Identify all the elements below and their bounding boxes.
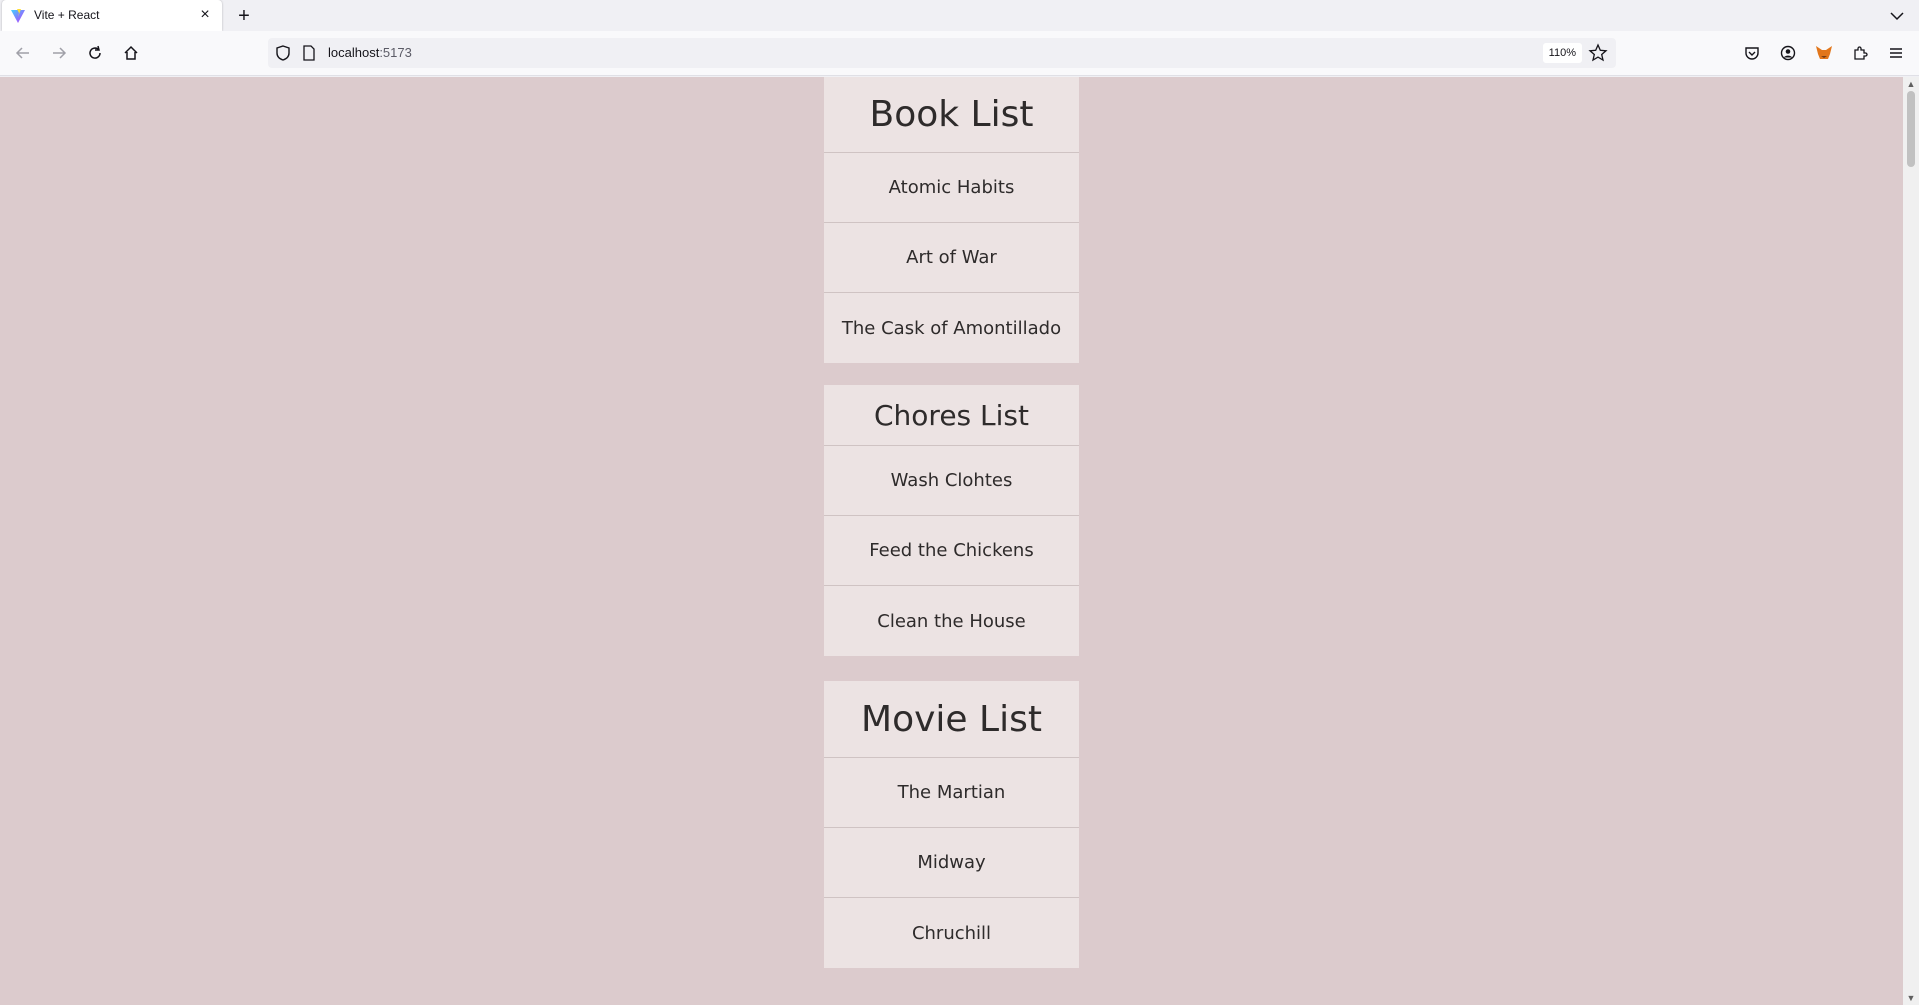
account-icon[interactable] bbox=[1776, 41, 1800, 65]
list-title: Book List bbox=[824, 77, 1079, 153]
new-tab-button[interactable]: + bbox=[232, 4, 256, 28]
scrollbar-thumb[interactable] bbox=[1907, 91, 1915, 167]
vite-logo-icon bbox=[10, 8, 26, 24]
puzzle-icon[interactable] bbox=[1848, 41, 1872, 65]
list-item: Art of War bbox=[824, 223, 1079, 293]
reload-icon[interactable] bbox=[83, 41, 107, 65]
url-bar[interactable]: localhost:5173 110% bbox=[268, 38, 1616, 68]
hamburger-menu-icon[interactable] bbox=[1884, 41, 1908, 65]
list-title: Movie List bbox=[824, 681, 1079, 758]
tab-strip: Vite + React × + bbox=[0, 0, 1919, 31]
list-item: The Martian bbox=[824, 758, 1079, 828]
chevron-down-icon[interactable] bbox=[1887, 6, 1907, 26]
url-text[interactable]: localhost:5173 bbox=[328, 45, 412, 60]
scroll-up-icon[interactable]: ▲ bbox=[1906, 79, 1916, 89]
metamask-fox-icon[interactable] bbox=[1812, 41, 1836, 65]
shield-icon[interactable] bbox=[274, 44, 292, 62]
list-item: The Cask of Amontillado bbox=[841, 317, 1062, 339]
vertical-scrollbar[interactable]: ▲ ▼ bbox=[1903, 77, 1919, 1005]
tab-title: Vite + React bbox=[34, 8, 100, 22]
star-icon[interactable] bbox=[1588, 43, 1608, 63]
url-port: :5173 bbox=[379, 45, 412, 60]
list-item: Clean the House bbox=[877, 610, 1026, 632]
list-item: Feed the Chickens bbox=[824, 516, 1079, 586]
page-icon[interactable] bbox=[302, 45, 316, 61]
page-content: Book List Atomic Habits Art of War The C… bbox=[0, 77, 1903, 1005]
zoom-level-badge[interactable]: 110% bbox=[1542, 43, 1582, 63]
movie-list-card: Movie List The Martian Midway Chruchill bbox=[824, 681, 1079, 968]
chores-list-card: Chores List Wash Clohtes Feed the Chicke… bbox=[824, 385, 1079, 656]
tab-vite-react[interactable]: Vite + React × bbox=[2, 0, 222, 31]
pocket-icon[interactable] bbox=[1740, 41, 1764, 65]
back-arrow-icon[interactable] bbox=[11, 41, 35, 65]
book-list-card: Book List Atomic Habits Art of War The C… bbox=[824, 77, 1079, 363]
list-title: Chores List bbox=[824, 385, 1079, 446]
close-tab-icon[interactable]: × bbox=[196, 6, 214, 24]
list-item: Chruchill bbox=[911, 922, 992, 944]
navigation-toolbar: localhost:5173 110% bbox=[0, 31, 1919, 76]
list-item: Midway bbox=[824, 828, 1079, 898]
list-item: Atomic Habits bbox=[824, 153, 1079, 223]
url-host: localhost bbox=[328, 45, 380, 60]
forward-arrow-icon[interactable] bbox=[47, 41, 71, 65]
list-item: Wash Clohtes bbox=[824, 446, 1079, 516]
scroll-down-icon[interactable]: ▼ bbox=[1906, 993, 1916, 1003]
home-icon[interactable] bbox=[119, 41, 143, 65]
